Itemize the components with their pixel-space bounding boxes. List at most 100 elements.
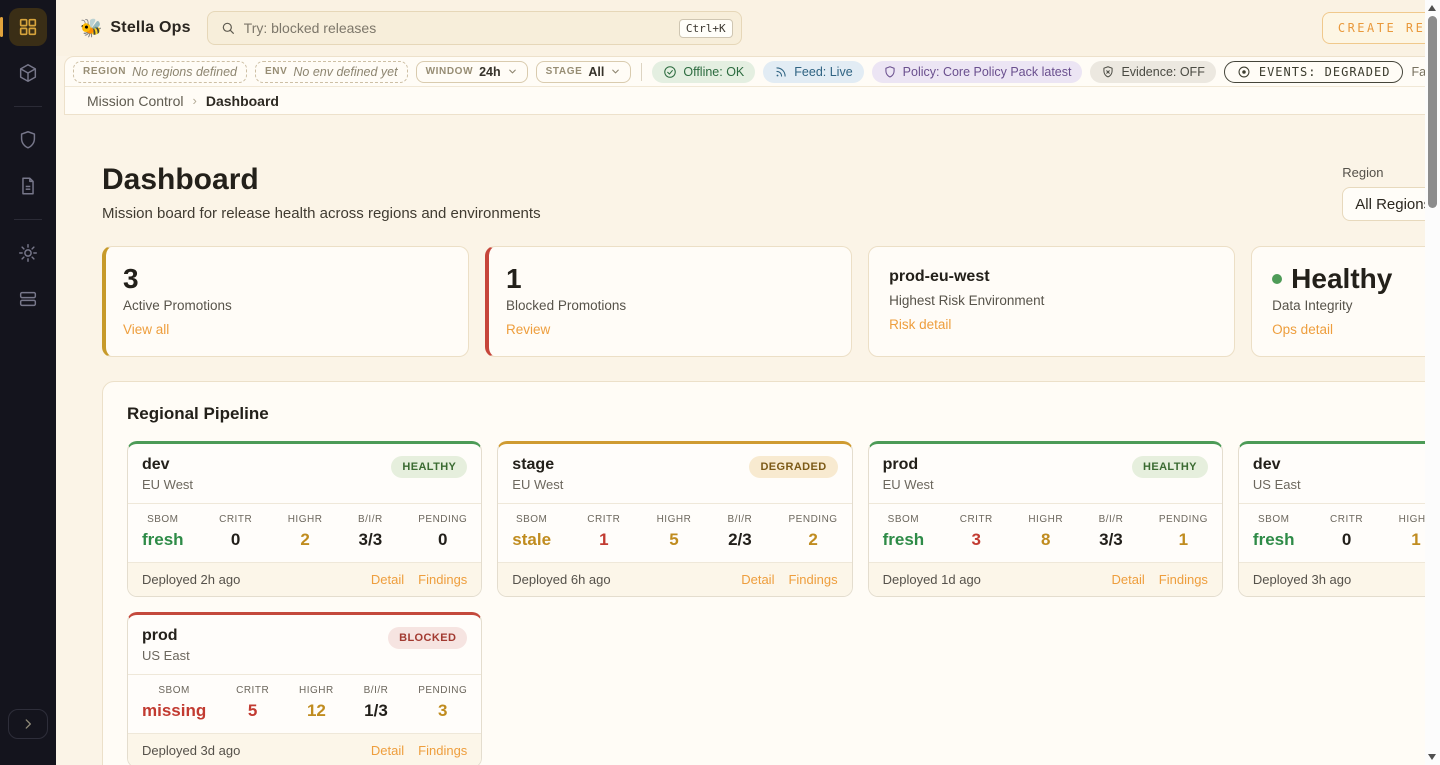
- offline-status-badge: Offline: OK: [652, 61, 755, 83]
- stage-filter-chip[interactable]: STAGE All: [536, 61, 632, 83]
- chevron-down-icon: [507, 66, 518, 77]
- risk-detail-link[interactable]: Risk detail: [889, 317, 1214, 332]
- env-filter-chip[interactable]: ENV No env defined yet: [255, 61, 408, 83]
- stat-label: B/I/R: [358, 514, 383, 525]
- region-filter-chip[interactable]: REGION No regions defined: [73, 61, 247, 83]
- sidebar-item-releases[interactable]: [9, 54, 47, 92]
- detail-link[interactable]: Detail: [371, 743, 404, 758]
- create-release-button[interactable]: CREATE RELEASE: [1322, 12, 1440, 44]
- deployed-time: Deployed 3d ago: [142, 743, 240, 758]
- stat-label: SBOM: [883, 514, 925, 525]
- sidebar-item-documents[interactable]: [9, 167, 47, 205]
- window-filter-chip[interactable]: WINDOW 24h: [416, 61, 528, 83]
- scrollbar-thumb[interactable]: [1428, 16, 1437, 208]
- stat-value: 1: [1159, 530, 1208, 550]
- status-badge: DEGRADED: [749, 456, 837, 478]
- env-region: US East: [1253, 477, 1301, 492]
- scroll-up-arrow-icon[interactable]: [1428, 5, 1436, 11]
- stat-value: fresh: [1253, 530, 1295, 550]
- app-name: Stella Ops: [110, 19, 190, 37]
- filter-divider: [641, 63, 642, 81]
- env-chip-value: No env defined yet: [293, 65, 397, 79]
- stat-label: B/I/R: [364, 685, 389, 696]
- region-chip-value: No regions defined: [132, 65, 237, 79]
- findings-link[interactable]: Findings: [418, 743, 467, 758]
- healthy-dot-icon: [1272, 274, 1282, 284]
- stat-label: HIGHR: [288, 514, 323, 525]
- check-circle-icon: [663, 65, 677, 79]
- view-all-link[interactable]: View all: [123, 322, 448, 337]
- summary-value: Healthy: [1272, 264, 1440, 293]
- env-name: dev: [1253, 456, 1301, 474]
- stat-label: HIGHR: [299, 685, 334, 696]
- summary-label: Highest Risk Environment: [889, 293, 1214, 308]
- offline-status-text: Offline: OK: [683, 65, 744, 79]
- findings-link[interactable]: Findings: [788, 572, 837, 587]
- breadcrumb-mission-control[interactable]: Mission Control: [87, 93, 183, 109]
- search-input[interactable]: [244, 20, 671, 36]
- stat-value: 1: [587, 530, 620, 550]
- env-name: stage: [512, 456, 563, 474]
- stat-value: 8: [1028, 530, 1063, 550]
- window-chip-label: WINDOW: [426, 66, 473, 77]
- sidebar-item-infrastructure[interactable]: [9, 280, 47, 318]
- stat-value: 5: [236, 701, 269, 721]
- pipeline-title: Regional Pipeline: [127, 404, 269, 424]
- document-icon: [17, 175, 39, 197]
- stat-label: CRITR: [236, 685, 269, 696]
- stage-chip-label: STAGE: [546, 66, 583, 77]
- sidebar-expand-button[interactable]: [8, 709, 48, 739]
- sidebar-item-settings[interactable]: [9, 234, 47, 272]
- stat-value: stale: [512, 530, 551, 550]
- sidebar-item-security[interactable]: [9, 121, 47, 159]
- pipeline-card-prod-eu-west: prod EU West HEALTHY SBOMfresh CRITR3 HI…: [868, 441, 1223, 597]
- breadcrumb-current: Dashboard: [206, 93, 279, 109]
- record-circle-icon: [1237, 65, 1251, 79]
- findings-link[interactable]: Findings: [1159, 572, 1208, 587]
- stat-value: 0: [1330, 530, 1363, 550]
- summary-label: Blocked Promotions: [506, 298, 831, 313]
- stat-label: PENDING: [418, 685, 467, 696]
- deployed-time: Deployed 6h ago: [512, 572, 610, 587]
- env-region: US East: [142, 648, 190, 663]
- summary-card-highest-risk: prod-eu-west Highest Risk Environment Ri…: [868, 246, 1235, 357]
- pipeline-card-dev-us-east: dev US East HEALTHY SBOMfresh CRITR0 HIG…: [1238, 441, 1440, 597]
- stat-label: B/I/R: [728, 514, 753, 525]
- scroll-down-arrow-icon[interactable]: [1428, 754, 1436, 760]
- regional-pipeline-section: Regional Pipeline All environments dev E…: [102, 381, 1440, 765]
- sidebar-item-dashboard[interactable]: [9, 8, 47, 46]
- summary-label: Data Integrity: [1272, 298, 1440, 313]
- sidebar: [0, 0, 56, 765]
- feed-status-badge: Feed: Live: [763, 61, 863, 83]
- stat-value: 0: [418, 530, 467, 550]
- stat-value: fresh: [142, 530, 184, 550]
- stat-value: fresh: [883, 530, 925, 550]
- stat-value: missing: [142, 701, 206, 721]
- breadcrumb: Mission Control › Dashboard: [65, 86, 1440, 114]
- stat-value: 3/3: [1099, 530, 1124, 550]
- deployed-time: Deployed 2h ago: [142, 572, 240, 587]
- detail-link[interactable]: Detail: [1112, 572, 1145, 587]
- keyboard-shortcut-badge: Ctrl+K: [679, 19, 733, 38]
- ops-detail-link[interactable]: Ops detail: [1272, 322, 1440, 337]
- stat-value: 12: [299, 701, 334, 721]
- sidebar-divider: [14, 106, 42, 107]
- stage-chip-value: All: [588, 65, 604, 79]
- stat-value: 3/3: [358, 530, 383, 550]
- stat-label: SBOM: [142, 514, 184, 525]
- search-icon: [220, 20, 236, 36]
- review-link[interactable]: Review: [506, 322, 831, 337]
- stat-value: 1/3: [364, 701, 389, 721]
- findings-link[interactable]: Findings: [418, 572, 467, 587]
- detail-link[interactable]: Detail: [741, 572, 774, 587]
- env-region: EU West: [142, 477, 193, 492]
- stat-value: 5: [657, 530, 692, 550]
- detail-link[interactable]: Detail: [371, 572, 404, 587]
- events-status-button[interactable]: EVENTS: DEGRADED: [1224, 61, 1404, 83]
- summary-card-data-integrity: Healthy Data Integrity Ops detail: [1251, 246, 1440, 357]
- app-logo[interactable]: 🐝 Stella Ops: [80, 18, 191, 39]
- summary-card-active-promotions: 3 Active Promotions View all: [102, 246, 469, 357]
- global-search[interactable]: Ctrl+K: [207, 11, 742, 45]
- stat-label: CRITR: [1330, 514, 1363, 525]
- shield-icon: [17, 129, 39, 151]
